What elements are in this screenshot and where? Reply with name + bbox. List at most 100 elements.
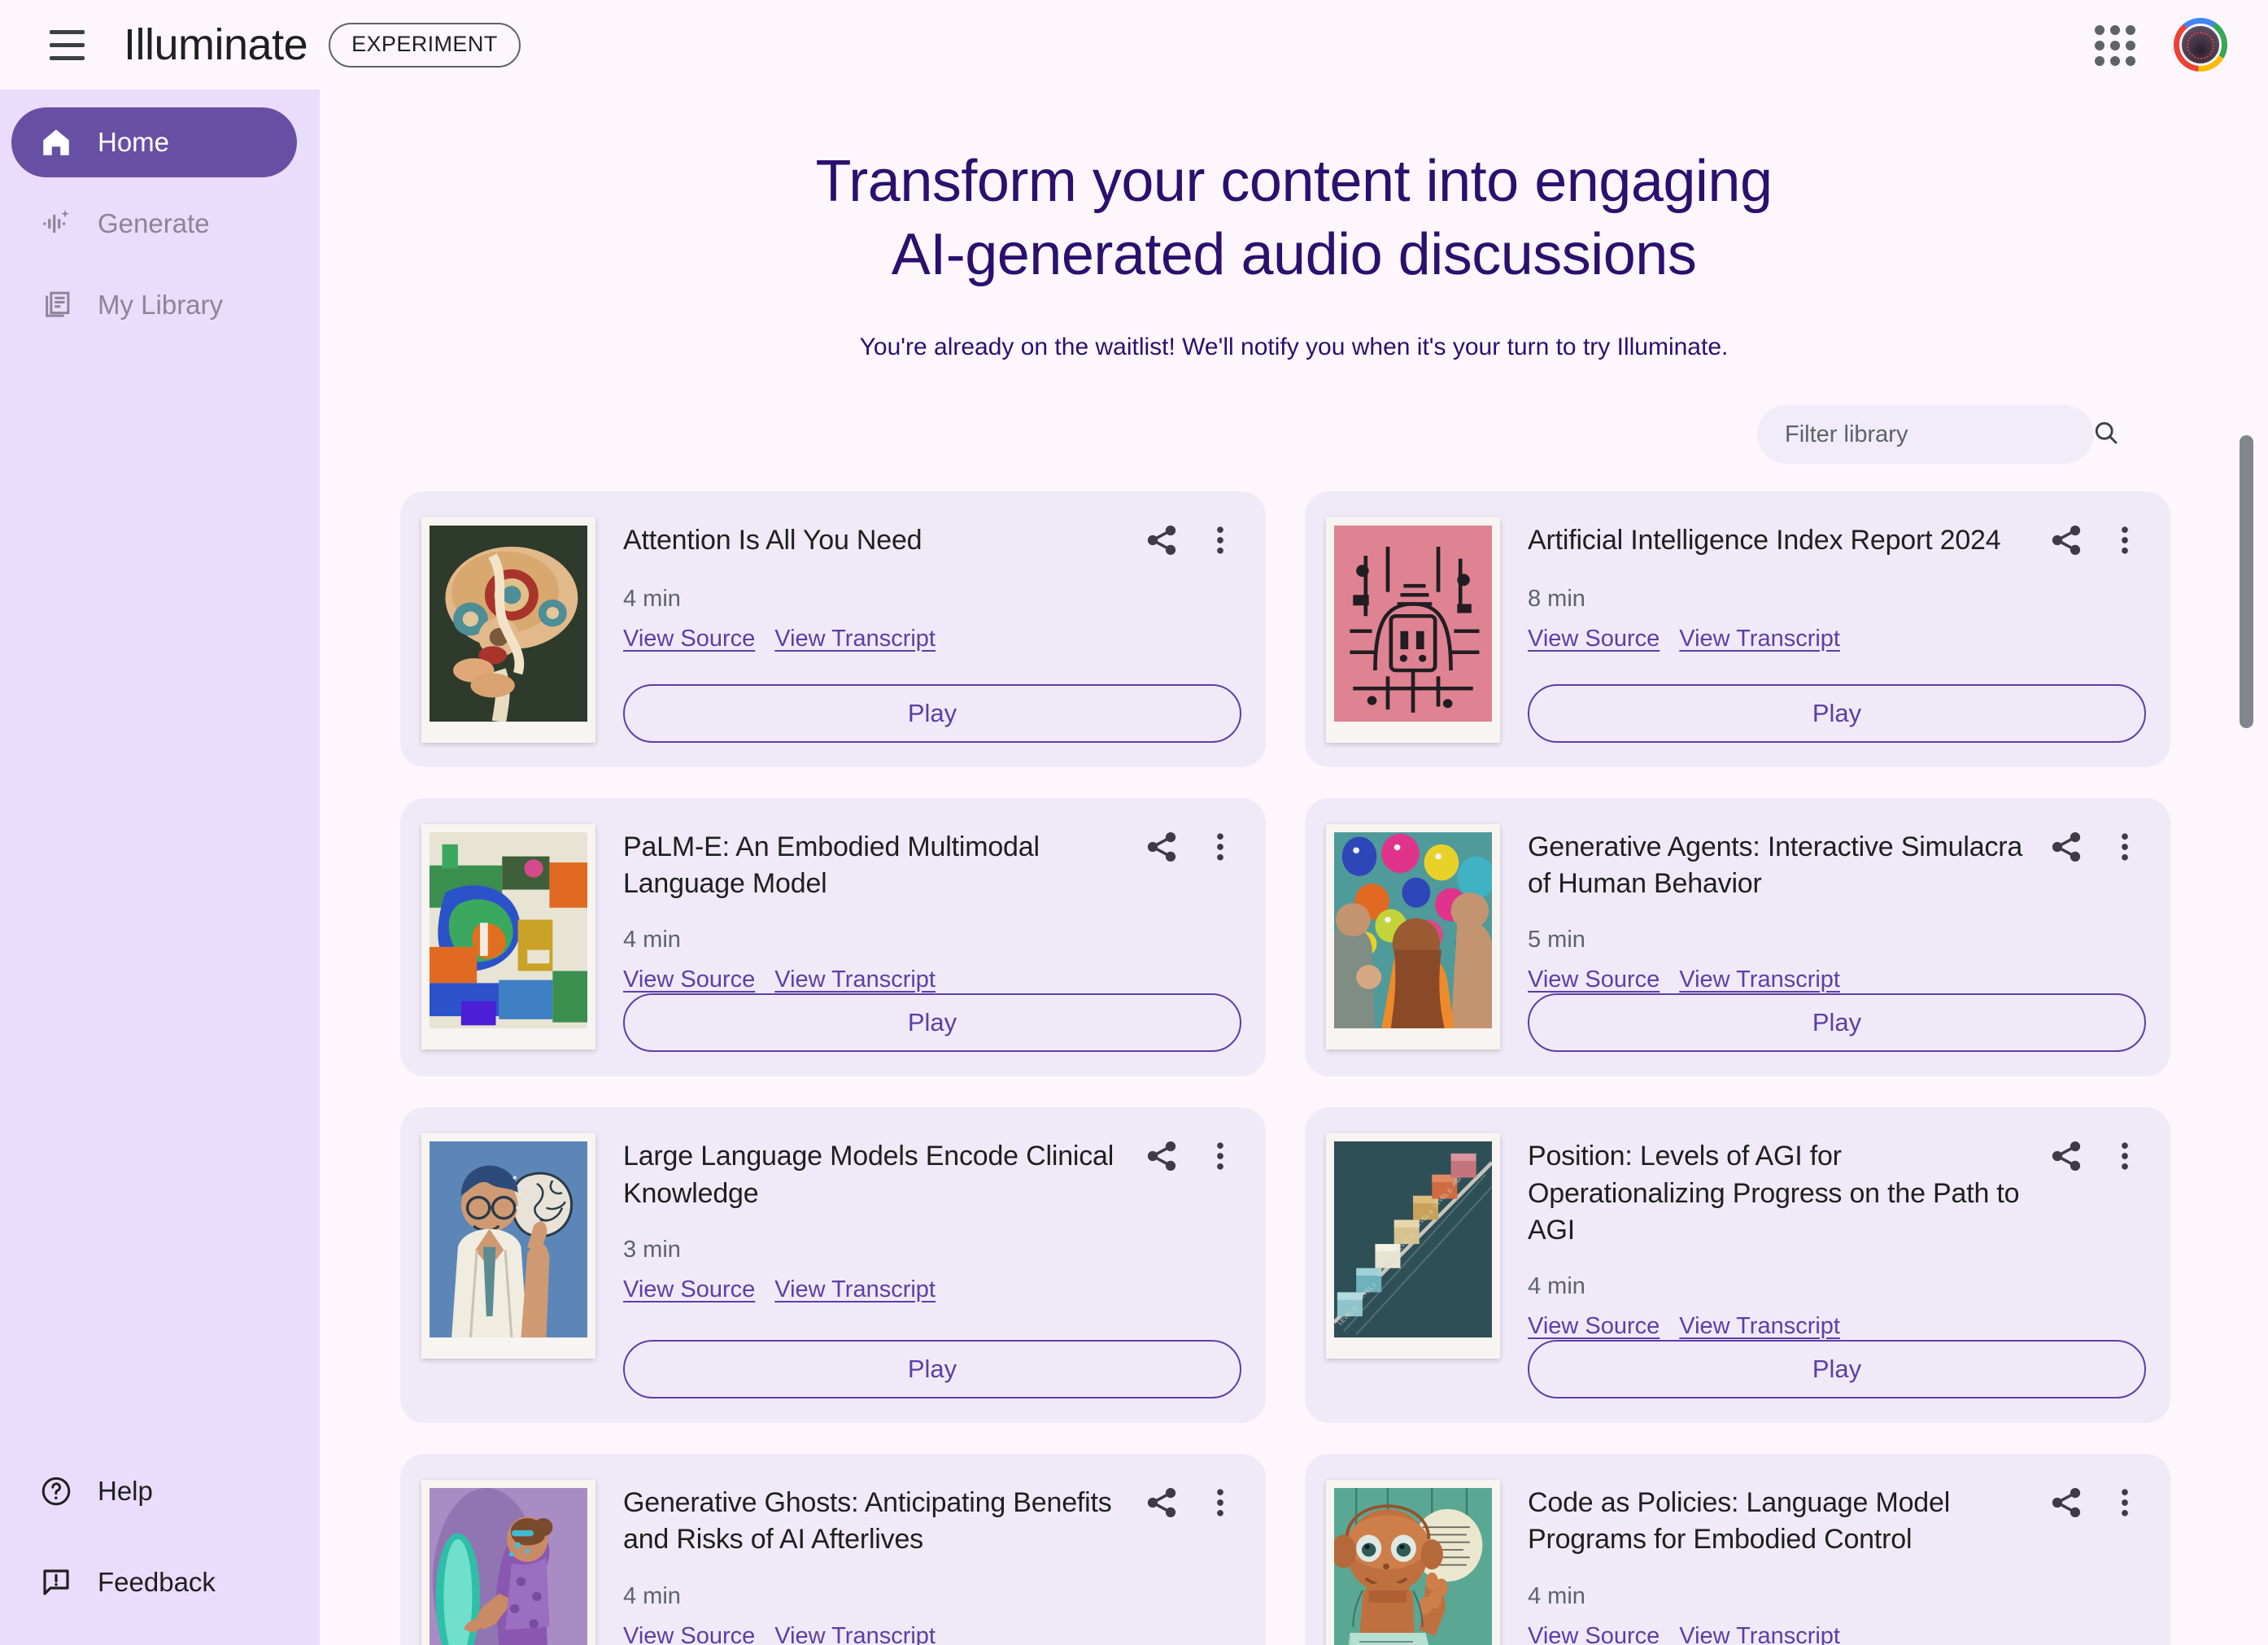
library-card[interactable]: Large Language Models Encode Clinical Kn… <box>400 1107 1266 1424</box>
library-card[interactable]: Generative Ghosts: Anticipating Benefits… <box>400 1454 1266 1645</box>
library-card[interactable]: Attention Is All You Need 4 min View Sou… <box>400 491 1266 767</box>
view-transcript-link[interactable]: View Transcript <box>1679 1313 1840 1340</box>
more-vert-icon[interactable] <box>1199 1481 1241 1524</box>
search-input[interactable] <box>1785 421 2091 448</box>
sidebar: Home Generate My Library Help Feedback <box>0 89 320 1645</box>
card-duration: 4 min <box>623 927 681 953</box>
library-card[interactable]: Generative Agents: Interactive Simulacra… <box>1305 798 2170 1077</box>
main-content: Transform your content into engaging AI-… <box>320 89 2268 1645</box>
card-title: Generative Ghosts: Anticipating Benefits… <box>623 1487 1112 1556</box>
view-source-link[interactable]: View Source <box>623 966 755 993</box>
card-body: Large Language Models Encode Clinical Kn… <box>623 1128 1241 1399</box>
card-title: Position: Levels of AGI for Operationali… <box>1528 1141 2020 1246</box>
page-title-line-2: AI-generated audio discussions <box>891 222 1697 287</box>
card-body: Artificial Intelligence Index Report 202… <box>1528 513 2146 743</box>
card-thumbnail: LEVEL 0 LEVEL 1 LEVEL 2 LEVEL 3 LEVEL 4 … <box>1326 1133 1500 1359</box>
play-button[interactable]: Play <box>1528 993 2146 1053</box>
view-source-link[interactable]: View Source <box>1528 1623 1660 1645</box>
more-vert-icon[interactable] <box>1199 519 1241 561</box>
card-links: View Source View Transcript <box>1528 1313 2146 1340</box>
library-card[interactable]: Artificial Intelligence Index Report 202… <box>1305 491 2170 767</box>
filter-library-box[interactable] <box>1757 405 2118 464</box>
sidebar-item-help[interactable]: Help <box>11 1456 297 1526</box>
card-title: Code as Policies: Language Model Program… <box>1528 1487 1951 1556</box>
share-icon[interactable] <box>2045 1481 2087 1524</box>
card-title: Artificial Intelligence Index Report 202… <box>1528 525 2001 556</box>
share-icon[interactable] <box>2045 519 2087 561</box>
card-header: Position: Levels of AGI for Operationali… <box>1528 1128 2146 1249</box>
more-vert-icon[interactable] <box>1199 826 1241 868</box>
more-vert-icon[interactable] <box>2104 826 2146 868</box>
more-vert-icon[interactable] <box>2104 1135 2146 1177</box>
library-card[interactable]: Code as Policies: Language Model Program… <box>1305 1454 2170 1645</box>
play-button[interactable]: Play <box>623 993 1241 1053</box>
share-icon[interactable] <box>2045 1135 2087 1177</box>
scrollbar-thumb[interactable] <box>2240 435 2253 728</box>
play-button[interactable]: Play <box>1528 684 2146 743</box>
sidebar-item-label: Generate <box>98 208 210 238</box>
hamburger-menu-icon[interactable] <box>33 11 101 79</box>
view-transcript-link[interactable]: View Transcript <box>774 1276 936 1303</box>
view-source-link[interactable]: View Source <box>623 626 755 652</box>
sidebar-item-generate[interactable]: Generate <box>11 189 297 259</box>
avatar[interactable] <box>2174 18 2227 72</box>
view-source-link[interactable]: View Source <box>1528 1313 1660 1340</box>
card-duration: 8 min <box>1528 586 1585 612</box>
view-transcript-link[interactable]: View Transcript <box>1679 626 1840 652</box>
search-icon[interactable] <box>2091 418 2121 452</box>
card-header: Attention Is All You Need <box>623 513 1241 561</box>
share-icon[interactable] <box>2045 826 2087 868</box>
card-duration: 4 min <box>1528 1582 1585 1609</box>
play-button[interactable]: Play <box>623 684 1241 743</box>
card-links: View Source View Transcript <box>1528 1623 2146 1645</box>
card-duration: 5 min <box>1528 927 1585 953</box>
view-source-link[interactable]: View Source <box>623 1276 755 1303</box>
view-source-link[interactable]: View Source <box>623 1623 755 1645</box>
share-icon[interactable] <box>1141 826 1183 868</box>
feedback-icon <box>39 1565 73 1599</box>
share-icon[interactable] <box>1141 1481 1183 1524</box>
help-circle-icon <box>39 1474 73 1508</box>
card-body: Attention Is All You Need 4 min View Sou… <box>623 513 1241 743</box>
hamburger-line <box>49 42 85 47</box>
view-transcript-link[interactable]: View Transcript <box>774 626 936 652</box>
sidebar-item-home[interactable]: Home <box>11 107 297 177</box>
more-vert-icon[interactable] <box>1199 1135 1241 1177</box>
card-body: Generative Ghosts: Anticipating Benefits… <box>623 1475 1241 1645</box>
more-vert-icon[interactable] <box>2104 519 2146 561</box>
library-grid: Attention Is All You Need 4 min View Sou… <box>320 491 2268 1645</box>
more-vert-icon[interactable] <box>2104 1481 2146 1524</box>
page-scrollbar[interactable] <box>2235 89 2257 1645</box>
hamburger-line <box>49 55 85 60</box>
audio-sparkle-icon <box>39 207 73 241</box>
share-icon[interactable] <box>1141 519 1183 561</box>
card-links: View Source View Transcript <box>1528 626 2146 652</box>
experiment-badge: EXPERIMENT <box>329 22 521 68</box>
view-transcript-link[interactable]: View Transcript <box>774 1623 936 1645</box>
card-body: Generative Agents: Interactive Simulacra… <box>1528 819 2146 1053</box>
sidebar-item-my-library[interactable]: My Library <box>11 270 297 340</box>
view-source-link[interactable]: View Source <box>1528 966 1660 993</box>
hero-section: Transform your content into engaging AI-… <box>320 89 2268 361</box>
view-transcript-link[interactable]: View Transcript <box>774 966 936 993</box>
card-duration: 4 min <box>1528 1273 1585 1300</box>
play-button[interactable]: Play <box>1528 1340 2146 1399</box>
view-transcript-link[interactable]: View Transcript <box>1679 966 1840 993</box>
sidebar-item-label: Help <box>98 1476 153 1506</box>
card-thumbnail <box>421 824 595 1049</box>
top-app-bar: Illuminate EXPERIMENT <box>0 0 2268 89</box>
card-thumbnail <box>1326 517 1500 743</box>
google-apps-grid-icon[interactable] <box>2086 16 2143 73</box>
app-title: Illuminate <box>124 20 308 69</box>
sidebar-item-feedback[interactable]: Feedback <box>11 1547 297 1617</box>
card-links: View Source View Transcript <box>623 966 1241 993</box>
card-header: Generative Ghosts: Anticipating Benefits… <box>623 1475 1241 1558</box>
view-transcript-link[interactable]: View Transcript <box>1679 1623 1840 1645</box>
view-source-link[interactable]: View Source <box>1528 626 1660 652</box>
share-icon[interactable] <box>1141 1135 1183 1177</box>
library-card[interactable]: LEVEL 0 LEVEL 1 LEVEL 2 LEVEL 3 LEVEL 4 … <box>1305 1107 2170 1424</box>
card-header: PaLM-E: An Embodied Multimodal Language … <box>623 819 1241 902</box>
page-title-line-1: Transform your content into engaging <box>815 149 1773 214</box>
library-card[interactable]: PaLM-E: An Embodied Multimodal Language … <box>400 798 1266 1077</box>
play-button[interactable]: Play <box>623 1340 1241 1399</box>
